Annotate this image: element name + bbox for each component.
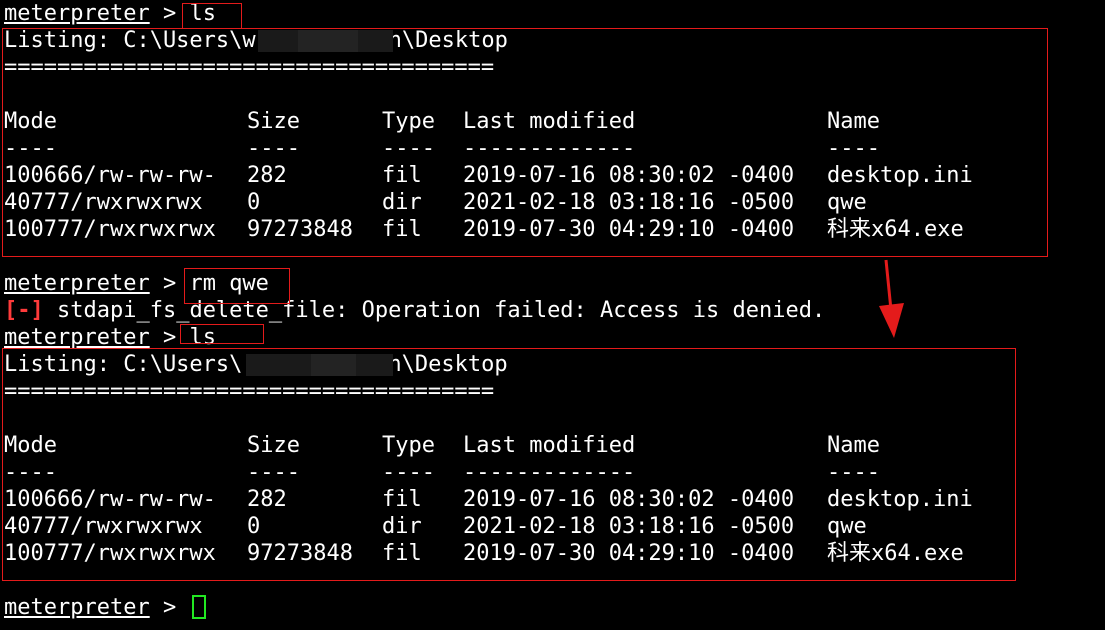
arrow-down-icon <box>879 259 904 338</box>
